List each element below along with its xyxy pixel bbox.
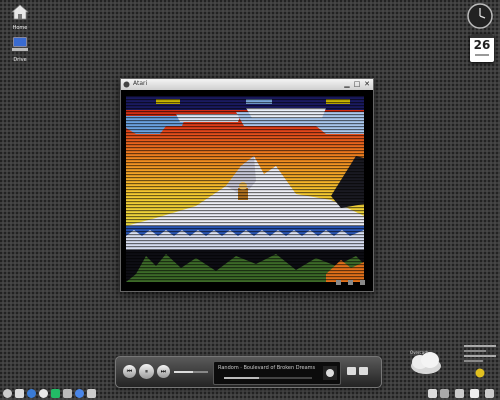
tray-icon-4[interactable] [470, 389, 479, 398]
terminal-icon[interactable] [51, 389, 60, 398]
now-playing-display: Random · Boulevard of Broken Dreams [213, 361, 341, 385]
calendar-day: 26 [473, 38, 491, 52]
app-icon-2[interactable] [87, 389, 96, 398]
previous-button[interactable]: ⏮ [123, 365, 136, 378]
media-player: ⏮ ⏸ ⏭ Random · Boulevard of Broken Dream… [115, 356, 382, 388]
calendar-widget: 26 [470, 34, 494, 62]
window-title: Atari [133, 80, 148, 87]
home-icon [11, 4, 29, 20]
power-icon[interactable] [3, 389, 12, 398]
playback-progress[interactable] [224, 377, 312, 379]
settings-icon[interactable] [39, 389, 48, 398]
system-monitor-widget [464, 342, 496, 365]
window-titlebar[interactable]: Atari ▁ □ ✕ [121, 79, 373, 90]
minimize-button[interactable]: ▁ [343, 80, 351, 88]
album-art-icon [323, 366, 337, 380]
home-desktop-icon[interactable]: Home [5, 4, 35, 31]
play-pause-button[interactable]: ⏸ [139, 364, 154, 379]
app-icon [123, 81, 130, 88]
playlist-button[interactable] [347, 367, 356, 375]
show-desktop-icon[interactable] [15, 389, 24, 398]
computer-icon [12, 36, 28, 51]
maximize-button[interactable]: □ [353, 80, 361, 88]
game-window[interactable]: Atari ▁ □ ✕ [120, 78, 374, 292]
home-label: Home [12, 25, 28, 31]
browser-icon[interactable] [27, 389, 36, 398]
drive-label: Drive [13, 57, 27, 63]
tray-icon-5[interactable] [485, 389, 494, 398]
volume-slider[interactable] [174, 371, 208, 373]
weather-label: Overcast [410, 350, 428, 355]
folder-icon[interactable] [63, 389, 72, 398]
tray-icon-2[interactable] [440, 389, 449, 398]
window-status-icons [334, 270, 365, 289]
next-button[interactable]: ⏭ [157, 365, 170, 378]
sun-icon [475, 368, 485, 378]
clock-widget-icon [467, 3, 493, 29]
now-playing-text: Random · Boulevard of Broken Dreams [218, 365, 316, 371]
globe-icon[interactable] [75, 389, 84, 398]
close-button[interactable]: ✕ [363, 80, 371, 88]
tray-icon-3[interactable] [455, 389, 464, 398]
game-screen[interactable] [126, 96, 364, 282]
view-mode-button[interactable] [359, 367, 368, 375]
tray-icon-1[interactable] [428, 389, 437, 398]
drive-desktop-icon[interactable]: Drive [5, 36, 35, 63]
taskbar [0, 386, 500, 400]
